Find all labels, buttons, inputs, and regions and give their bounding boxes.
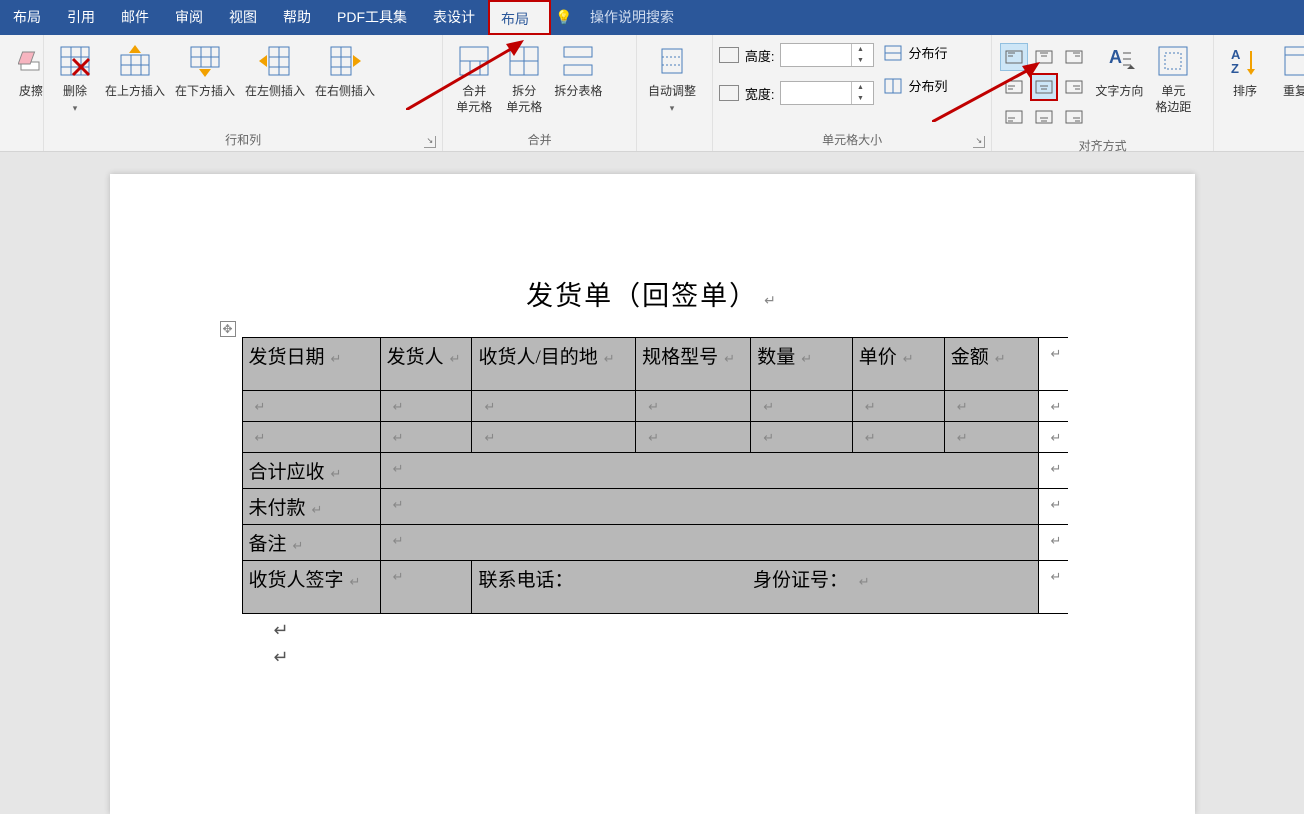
- ribbon: 皮擦 删除▾ 在上方插入 在下方插入: [0, 35, 1304, 152]
- document-table[interactable]: 发货日期↵ 发货人↵ 收货人/目的地↵ 规格型号↵ 数量↵ 单价↵ 金额↵ ↵ …: [242, 337, 1068, 614]
- split-table-icon: [558, 41, 598, 81]
- insert-below-button[interactable]: 在下方插入: [170, 39, 240, 101]
- table-row[interactable]: ↵↵ ↵↵ ↵↵ ↵↵: [242, 391, 1068, 422]
- tab-layout-partial[interactable]: 布局: [0, 0, 54, 35]
- merge-cells-icon: [454, 41, 494, 81]
- width-down[interactable]: ▼: [852, 93, 868, 104]
- align-bottom-right[interactable]: [1060, 103, 1088, 131]
- align-top-right[interactable]: [1060, 43, 1088, 71]
- insert-row-above-icon: [115, 41, 155, 81]
- tab-table-design[interactable]: 表设计: [420, 0, 488, 35]
- paragraph-mark[interactable]: ↵: [274, 647, 1195, 668]
- autofit-button[interactable]: 自动调整▾: [643, 39, 701, 118]
- tab-review[interactable]: 审阅: [162, 0, 216, 35]
- cell-margins-button[interactable]: 单元 格边距: [1148, 39, 1198, 117]
- sort-icon: AZ: [1225, 41, 1265, 81]
- width-label: 宽度:: [745, 84, 775, 103]
- distribute-cols-icon: [884, 78, 902, 94]
- tab-pdf-tools[interactable]: PDF工具集: [324, 0, 420, 35]
- cell-size-launcher[interactable]: ↘: [973, 136, 985, 148]
- tellme-search[interactable]: 操作说明搜索: [577, 0, 687, 35]
- paragraph-mark[interactable]: ↵: [274, 620, 1195, 641]
- table-row[interactable]: 发货日期↵ 发货人↵ 收货人/目的地↵ 规格型号↵ 数量↵ 单价↵ 金额↵ ↵: [242, 338, 1068, 391]
- svg-text:Z: Z: [1231, 61, 1239, 76]
- align-top-left[interactable]: [1000, 43, 1028, 71]
- width-input[interactable]: ▲▼: [780, 81, 874, 105]
- tab-references[interactable]: 引用: [54, 0, 108, 35]
- table-row[interactable]: 备注↵ ↵ ↵: [242, 525, 1068, 561]
- split-cells-button[interactable]: 拆分 单元格: [499, 39, 549, 117]
- cell-size-group-label: 单元格大小: [822, 133, 882, 147]
- height-label: 高度:: [745, 46, 775, 65]
- insert-col-left-icon: [255, 41, 295, 81]
- align-bottom-left[interactable]: [1000, 103, 1028, 131]
- align-top-center[interactable]: [1030, 43, 1058, 71]
- svg-text:A: A: [1231, 47, 1241, 62]
- merge-group-label: 合并: [443, 129, 636, 151]
- row-height-icon: [719, 47, 739, 63]
- tab-table-layout[interactable]: 布局: [488, 0, 551, 35]
- text-direction-icon: A: [1099, 41, 1139, 81]
- insert-above-button[interactable]: 在上方插入: [100, 39, 170, 101]
- svg-text:A: A: [1109, 47, 1122, 67]
- align-middle-center[interactable]: [1030, 73, 1058, 101]
- document-title[interactable]: 发货单（回签单）↵: [110, 274, 1195, 313]
- distribute-rows-icon: [884, 45, 902, 61]
- distribute-rows-button[interactable]: 分布行: [884, 43, 947, 62]
- col-width-icon: [719, 85, 739, 101]
- split-table-button[interactable]: 拆分表格: [549, 39, 607, 101]
- height-down[interactable]: ▼: [852, 55, 868, 66]
- delete-button[interactable]: 删除▾: [50, 39, 100, 118]
- insert-col-right-icon: [325, 41, 365, 81]
- table-move-handle[interactable]: ✥: [220, 321, 236, 337]
- rows-cols-group-label: 行和列: [225, 133, 261, 147]
- merge-cells-button[interactable]: 合并 单元格: [449, 39, 499, 117]
- height-input[interactable]: ▲▼: [780, 43, 874, 67]
- cell-margins-icon: [1153, 41, 1193, 81]
- height-up[interactable]: ▲: [852, 44, 868, 55]
- align-middle-left[interactable]: [1000, 73, 1028, 101]
- ribbon-tabs: 布局 引用 邮件 审阅 视图 帮助 PDF工具集 表设计 布局 💡 操作说明搜索: [0, 0, 1304, 35]
- tab-help[interactable]: 帮助: [270, 0, 324, 35]
- tellme-icon: 💡: [551, 9, 577, 26]
- tab-mailings[interactable]: 邮件: [108, 0, 162, 35]
- rows-cols-launcher[interactable]: ↘: [424, 136, 436, 148]
- text-direction-button[interactable]: A 文字方向: [1090, 39, 1148, 101]
- insert-right-button[interactable]: 在右侧插入: [310, 39, 380, 101]
- alignment-grid: [998, 39, 1090, 135]
- sort-button[interactable]: AZ 排序: [1220, 39, 1270, 101]
- insert-row-below-icon: [185, 41, 225, 81]
- split-cells-icon: [504, 41, 544, 81]
- align-bottom-center[interactable]: [1030, 103, 1058, 131]
- document-page: 发货单（回签单）↵ ✥ 发货日期↵ 发货人↵ 收货人/目的地↵ 规格型号↵ 数量…: [110, 174, 1195, 814]
- autofit-icon: [652, 41, 692, 81]
- table-row[interactable]: 未付款↵ ↵ ↵: [242, 489, 1068, 525]
- insert-left-button[interactable]: 在左侧插入: [240, 39, 310, 101]
- tab-view[interactable]: 视图: [216, 0, 270, 35]
- repeat-header-button[interactable]: 重复: [1270, 39, 1304, 101]
- table-row[interactable]: 合计应收↵ ↵ ↵: [242, 453, 1068, 489]
- width-up[interactable]: ▲: [852, 82, 868, 93]
- table-row[interactable]: 收货人签字↵ ↵ 联系电话： 身份证号： ↵ ↵: [242, 561, 1068, 614]
- align-middle-right[interactable]: [1060, 73, 1088, 101]
- delete-table-icon: [55, 41, 95, 81]
- repeat-header-icon: [1275, 41, 1304, 81]
- align-group-label: 对齐方式: [992, 135, 1213, 157]
- distribute-cols-button[interactable]: 分布列: [884, 76, 947, 95]
- table-row[interactable]: ↵↵ ↵↵ ↵↵ ↵↵: [242, 422, 1068, 453]
